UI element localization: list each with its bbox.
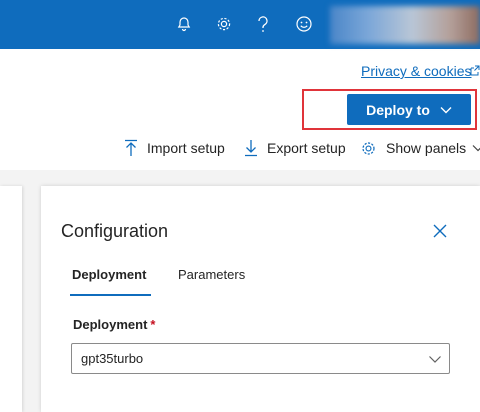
chevron-down-icon [440,106,452,113]
import-setup-button[interactable]: Import setup [124,138,225,158]
panel-title: Configuration [61,221,169,241]
bell-icon[interactable] [174,14,194,34]
deployment-select-value: gpt35turbo [81,351,144,366]
help-icon[interactable] [253,14,273,34]
deployment-label-text: Deployment [73,317,148,332]
privacy-cookies-link[interactable]: Privacy & cookies [361,63,471,79]
left-panel-edge [0,186,22,412]
external-link-icon [470,64,480,78]
import-setup-label: Import setup [147,140,225,156]
export-setup-label: Export setup [267,140,346,156]
export-setup-button[interactable]: Export setup [244,138,346,158]
deploy-to-button[interactable]: Deploy to [347,94,471,125]
download-arrow-icon [245,140,257,157]
chevron-down-icon [429,356,441,363]
settings-gear-icon [362,141,375,155]
show-panels-button[interactable]: Show panels [360,138,480,158]
feedback-smiley-icon[interactable] [294,14,314,34]
show-panels-label: Show panels [386,140,467,156]
deploy-to-label: Deploy to [366,101,430,118]
account-info-blurred[interactable] [330,6,480,44]
gear-icon[interactable] [214,14,234,34]
upload-arrow-icon [125,139,137,156]
deployment-select[interactable]: gpt35turbo [71,343,450,374]
required-asterisk: * [150,317,156,332]
active-tab-indicator [70,294,151,296]
tab-deployment[interactable]: Deployment [72,267,146,282]
close-icon[interactable] [432,223,448,239]
chevron-down-icon [472,145,480,152]
top-header-bar [0,0,480,49]
configuration-panel: Configuration Deployment Parameters Depl… [41,186,480,412]
deployment-field-label: Deployment * [73,317,155,332]
tab-parameters[interactable]: Parameters [178,267,245,282]
